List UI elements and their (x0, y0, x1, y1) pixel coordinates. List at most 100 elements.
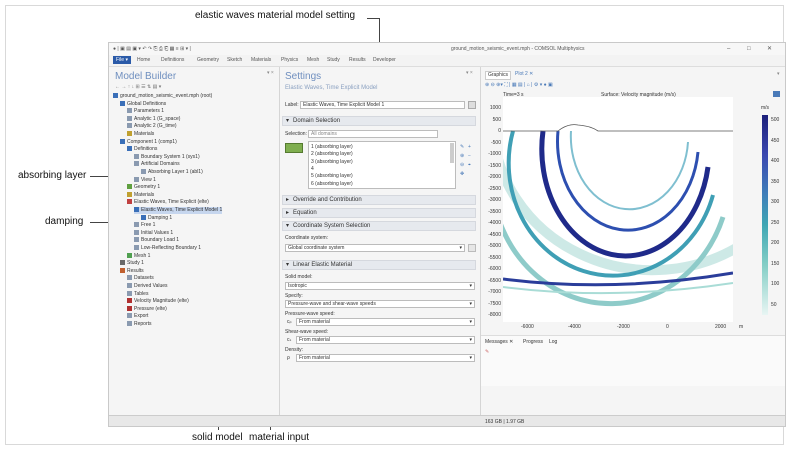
ribbon-tab-geometry[interactable]: Geometry (197, 57, 219, 64)
ribbon-tab-physics[interactable]: Physics (281, 57, 298, 64)
file-menu-button[interactable]: File ▾ (113, 56, 131, 64)
active-selection-toggle[interactable] (285, 143, 303, 153)
tab-progress[interactable]: Progress (523, 339, 543, 346)
tree-item[interactable]: Geometry 1 (127, 184, 160, 191)
tree-item[interactable]: Elastic Waves, Time Explicit Model 1 (134, 207, 223, 214)
velocity-plot[interactable] (503, 97, 733, 322)
label-field[interactable]: Elastic Waves, Time Explicit Model 1 (300, 101, 465, 109)
tree-item[interactable]: Free 1 (134, 222, 155, 229)
domain-list-item[interactable]: 6 (absorbing layer) (311, 181, 353, 188)
status-bar: 163 GB | 1.97 GB (109, 415, 785, 426)
linear-elastic-section[interactable]: Linear Elastic Material (282, 260, 476, 270)
tree-item[interactable]: Analytic 2 (G_time) (127, 123, 177, 130)
coordinate-settings-icon[interactable] (468, 244, 476, 252)
tree-item[interactable]: Export (127, 313, 148, 320)
tree-item[interactable]: View 1 (134, 176, 156, 184)
tree-item-label: Free 1 (141, 222, 156, 229)
reset-label-icon[interactable] (468, 101, 476, 109)
domain-list-item[interactable]: 4 (311, 166, 314, 173)
graphics-toolbar[interactable]: ⊕ ⊖ ⊕▾ ⛶ | ▦ ▤ | ⌂ | ⚙ ▾ ● ▣ (485, 82, 553, 89)
ribbon-tab-definitions[interactable]: Definitions (161, 57, 184, 64)
override-section[interactable]: Override and Contribution (282, 195, 476, 205)
tree-item[interactable]: Initial Values 1 (134, 229, 173, 237)
camera-icon[interactable] (773, 91, 780, 97)
density-dropdown[interactable]: From material ▾ (296, 354, 475, 362)
tree-item[interactable]: Elastic Waves, Time Explicit (elte) (127, 199, 209, 206)
tree-item-label: View 1 (141, 176, 156, 183)
tree-item[interactable]: Boundary Load 1 (134, 237, 179, 244)
tab-graphics[interactable]: Graphics (485, 71, 512, 80)
ribbon-tab-sketch[interactable]: Sketch (227, 57, 242, 64)
chevron-down-icon: ▾ (469, 283, 472, 289)
tree-item[interactable]: Artificial Domains (134, 161, 180, 168)
annotation-solid-model: solid model (192, 432, 243, 443)
maximize-button[interactable]: □ (747, 45, 751, 53)
x-tick-label: 0 (666, 324, 669, 330)
tree-item[interactable]: Boundary System 1 (sys1) (134, 153, 200, 161)
domain-selection-section[interactable]: Domain Selection (282, 116, 476, 126)
tree-item[interactable]: Mesh 1 (127, 252, 150, 260)
tree-item[interactable]: Reports (127, 321, 152, 328)
function-icon (127, 115, 132, 121)
selection-dropdown[interactable]: All domains (308, 130, 438, 138)
clear-messages-icon[interactable]: ✎ (485, 349, 489, 356)
tree-item-label: Elastic Waves, Time Explicit (elte) (134, 199, 209, 206)
scrollbar[interactable] (450, 143, 454, 163)
tree-item[interactable]: Parameters 1 (127, 108, 164, 115)
component-icon (120, 138, 125, 144)
tree-item[interactable]: Damping 1 (141, 214, 172, 222)
selection-extra-icons[interactable]: + − ⌖ (468, 143, 471, 170)
mesh-icon (127, 252, 132, 258)
domain-list-item[interactable]: 3 (absorbing layer) (311, 159, 353, 166)
tab-plot-2[interactable]: Plot 2 ✕ (515, 71, 533, 78)
tree-item[interactable]: Results (120, 267, 144, 275)
y-tick-label: -500 (490, 139, 501, 146)
dataset-icon (127, 275, 132, 281)
close-button[interactable]: ✕ (767, 45, 772, 53)
tree-item[interactable]: Analytic 1 (G_space) (127, 115, 180, 123)
load-icon (134, 237, 139, 243)
domain-list-item[interactable]: 2 (absorbing layer) (311, 151, 353, 158)
tree-item[interactable]: Global Definitions (120, 100, 166, 108)
tree-item[interactable]: Velocity Magnitude (elte) (127, 298, 189, 305)
pressure-wave-dropdown[interactable]: From material ▾ (296, 318, 475, 326)
equation-section[interactable]: Equation (282, 208, 476, 218)
domain-list-item[interactable]: 1 (absorbing layer) (311, 144, 353, 151)
ribbon-tab-home[interactable]: Home (137, 57, 150, 64)
panel-pin-icon[interactable]: ▾ × (267, 70, 274, 77)
specify-dropdown[interactable]: Pressure-wave and shear-wave speeds ▾ (285, 300, 475, 308)
panel-pin-icon[interactable]: ▾ × (466, 70, 473, 77)
tree-item[interactable]: Low-Reflecting Boundary 1 (134, 245, 201, 252)
tree-item[interactable]: Materials (127, 131, 154, 138)
tree-item[interactable]: Derived Values (127, 283, 168, 290)
model-builder-toolbar[interactable]: ← → ↑ ↓ ⊞ ☰ ⇅ ▤ ▾ (115, 84, 161, 91)
tree-item[interactable]: Tables (127, 290, 148, 298)
tree-item[interactable]: Definitions (127, 146, 157, 153)
ribbon-tab-developer[interactable]: Developer (373, 57, 396, 64)
shear-wave-dropdown[interactable]: From material ▾ (296, 336, 475, 344)
coordinate-system-section[interactable]: Coordinate System Selection (282, 221, 476, 231)
coordinate-dropdown[interactable]: Global coordinate system ▾ (285, 244, 465, 252)
selection-tools-icons[interactable]: ✎ ⊕ ⊖ ✥ (460, 143, 464, 179)
tab-messages[interactable]: Messages ✕ (485, 339, 513, 346)
ribbon-tab-study[interactable]: Study (327, 57, 340, 64)
ribbon-tab-materials[interactable]: Materials (251, 57, 271, 64)
ribbon-tab-results[interactable]: Results (349, 57, 366, 64)
shear-wave-caption: Shear-wave speed: (285, 329, 329, 335)
tree-item[interactable]: ground_motion_seismic_event.mph (root) (113, 93, 212, 100)
tree-item[interactable]: Study 1 (120, 260, 144, 267)
tree-item[interactable]: Absorbing Layer 1 (abl1) (141, 169, 203, 176)
domain-list[interactable]: 1 (absorbing layer) 2 (absorbing layer) 3 … (308, 141, 456, 189)
ribbon-tab-mesh[interactable]: Mesh (307, 57, 319, 64)
tree-item[interactable]: Component 1 (comp1) (120, 138, 177, 146)
quick-access-toolbar[interactable]: ● | ▣ ▤ ▣ ▾ ↶ ↷ ⎘ ⎙ ⎗ ▦ ≡ ⊞ ▾ | (113, 46, 191, 53)
tree-item[interactable]: Materials (127, 191, 154, 199)
minimize-button[interactable]: – (727, 45, 730, 53)
domain-list-item[interactable]: 5 (absorbing layer) (311, 173, 353, 180)
tab-log[interactable]: Log (549, 339, 557, 346)
solid-model-dropdown[interactable]: Isotropic ▾ (285, 282, 475, 290)
tree-item[interactable]: Pressure (elte) (127, 305, 167, 313)
tree-item[interactable]: Datasets (127, 275, 154, 282)
panel-menu-icon[interactable]: ▾ (777, 71, 780, 78)
colorbar-tick-label: 250 (771, 219, 780, 226)
